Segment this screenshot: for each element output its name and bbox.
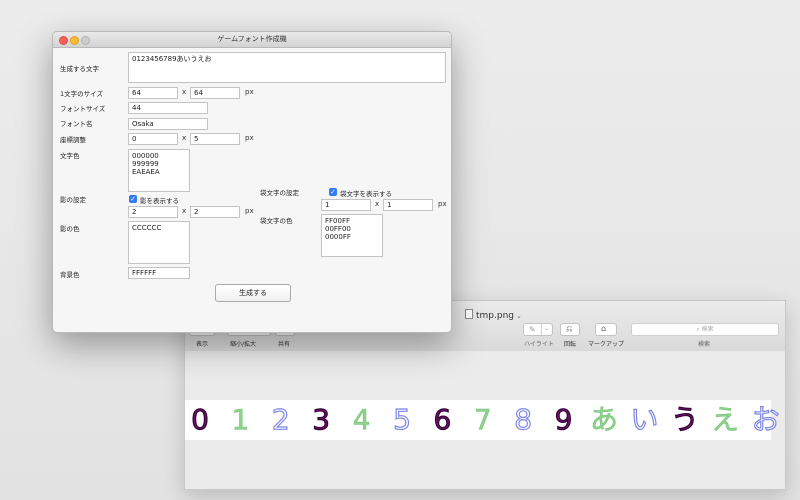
shadow-unit: px [245, 207, 254, 215]
outline-unit: px [438, 200, 447, 208]
shadow-color-list[interactable]: CCCCCC [128, 221, 190, 264]
outline-x-separator: x [375, 200, 380, 208]
offset-unit: px [245, 134, 254, 142]
font-maker-window: ゲームフォント作成機 生成する文字 0123456789あいうえお 1文字のサイ… [52, 31, 452, 333]
outline-x-field[interactable]: 1 [321, 199, 371, 211]
glyph-green: 7 [473, 403, 492, 437]
glyph-outline: 2 [271, 402, 290, 436]
markup-button[interactable]: ⌂ [595, 323, 617, 336]
view-label: 表示 [196, 341, 209, 348]
highlight-button[interactable]: ✎ ⌄ [523, 323, 553, 336]
glyph-green: 4 [352, 403, 371, 437]
size-label: 1文字のサイズ [60, 90, 103, 98]
glyph-outline: 5 [392, 402, 411, 436]
pen-icon: ✎ [529, 325, 536, 334]
outline-checkbox[interactable]: ✓ [329, 188, 337, 196]
size-x-separator: x [182, 88, 187, 96]
shadow-checkbox[interactable]: ✓ [129, 195, 137, 203]
text-color-item: 999999 [132, 160, 159, 168]
rotate-icon: ⎌ [566, 324, 573, 333]
outline-label: 袋文字の設定 [260, 189, 299, 197]
font-size-label: フォントサイズ [60, 105, 106, 113]
glyph-green: え [711, 403, 740, 437]
search-placeholder: 検索 [701, 326, 714, 333]
size-height-field[interactable]: 64 [190, 87, 240, 99]
rotate-label: 回転 [564, 341, 577, 348]
outline-color-list[interactable]: FF00FF 00FF00 0000FF [321, 214, 383, 257]
text-color-list[interactable]: 000000 999999 EAEAEA [128, 149, 190, 192]
preview-title[interactable]: tmp.png ⌄ [465, 309, 522, 321]
text-color-label: 文字色 [60, 152, 80, 160]
offset-x-field[interactable]: 0 [128, 133, 178, 145]
size-width-field[interactable]: 64 [128, 87, 178, 99]
rotate-button[interactable]: ⎌ [560, 323, 580, 336]
font-size-field[interactable]: 44 [128, 102, 208, 114]
toolbox-icon: ⌂ [601, 324, 607, 333]
chevron-down-icon: ⌄ [516, 312, 522, 320]
highlight-label: ハイライト [524, 341, 554, 348]
text-color-item: 000000 [132, 152, 159, 160]
outline-color-item: FF00FF [325, 217, 351, 225]
offset-x-separator: x [182, 134, 187, 142]
glyph-green: 1 [231, 403, 250, 437]
chevron-down-icon: ⌄ [544, 325, 550, 332]
shadow-label: 影の設定 [60, 196, 86, 204]
glyph-purple: 6 [433, 403, 452, 437]
glyph-outline: い [630, 402, 659, 436]
rendered-font-image: 0123456789あいうえお [185, 400, 780, 440]
outline-color-item: 00FF00 [325, 225, 351, 233]
outline-y-field[interactable]: 1 [383, 199, 433, 211]
search-label: 検索 [698, 341, 711, 348]
bg-color-label: 背景色 [60, 271, 80, 279]
outline-checkbox-label: 袋文字を表示する [340, 190, 392, 198]
search-input[interactable]: ⌕ 検索 [631, 323, 779, 336]
chars-textarea[interactable]: 0123456789あいうえお [128, 52, 446, 83]
outline-color-label: 袋文字の色 [260, 217, 293, 225]
shadow-color-item: CCCCCC [132, 224, 162, 232]
bg-color-field[interactable]: FFFFFF [128, 267, 190, 279]
zoom-label: 縮小/拡大 [230, 341, 257, 348]
share-label: 共有 [278, 341, 291, 348]
chars-value: 0123456789あいうえお [132, 55, 212, 63]
window-title: ゲームフォント作成機 [217, 35, 287, 43]
preview-title-text: tmp.png [476, 311, 514, 321]
markup-label: マークアップ [588, 341, 625, 348]
search-icon: ⌕ [696, 326, 700, 333]
glyph-purple: 3 [312, 403, 331, 437]
shadow-x-separator: x [182, 207, 187, 215]
font-name-field[interactable]: Osaka [128, 118, 208, 130]
size-unit: px [245, 88, 254, 96]
text-color-item: EAEAEA [132, 168, 160, 176]
font-name-label: フォント名 [60, 120, 93, 128]
shadow-y-field[interactable]: 2 [190, 206, 240, 218]
title-bar: ゲームフォント作成機 [53, 32, 451, 48]
shadow-checkbox-label: 影を表示する [140, 197, 179, 205]
glyph-purple: 0 [191, 403, 210, 437]
generate-button[interactable]: 生成する [215, 284, 291, 302]
glyph-purple: う [670, 403, 699, 437]
offset-y-field[interactable]: 5 [190, 133, 240, 145]
glyph-outline: お [751, 402, 780, 436]
document-icon [465, 309, 473, 319]
chars-label: 生成する文字 [60, 65, 99, 73]
offset-label: 座標調整 [60, 136, 86, 144]
shadow-x-field[interactable]: 2 [128, 206, 178, 218]
glyph-green: あ [589, 403, 619, 437]
shadow-color-label: 影の色 [60, 225, 80, 233]
outline-color-item: 0000FF [325, 233, 351, 241]
glyph-outline: 8 [514, 402, 533, 436]
image-canvas: 0123456789あいうえお [185, 351, 785, 489]
glyph-purple: 9 [554, 403, 573, 437]
